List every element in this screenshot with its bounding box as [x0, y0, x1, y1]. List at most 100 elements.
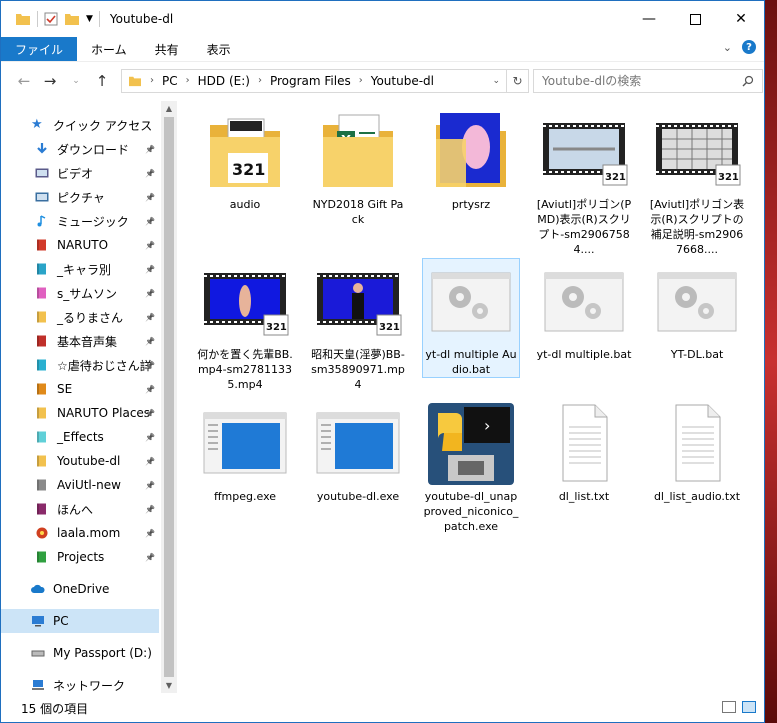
file-item[interactable]: ffmpeg.exe	[197, 401, 293, 504]
sidebar-item[interactable]: Projects 📌	[1, 545, 159, 569]
file-item[interactable]: youtube-dl.exe	[310, 401, 406, 504]
sidebar-item[interactable]: SE 📌	[1, 377, 159, 401]
pin-icon[interactable]: 📌	[145, 361, 155, 370]
breadcrumb-drive[interactable]: HDD (E:)	[198, 74, 250, 88]
expand-ribbon-icon[interactable]: ⌄	[723, 41, 732, 54]
pin-icon[interactable]: 📌	[145, 313, 155, 322]
breadcrumb-chevron-icon[interactable]: ›	[258, 75, 262, 86]
sidebar-item[interactable]: ビデオ 📌	[1, 161, 159, 185]
file-item[interactable]: YT-DL.bat	[649, 259, 745, 362]
properties-icon[interactable]	[44, 12, 58, 26]
sidebar-item[interactable]: NARUTO Places 📌	[1, 401, 159, 425]
address-bar[interactable]: › PC › HDD (E:) › Program Files › Youtub…	[121, 68, 529, 93]
details-view-icon[interactable]	[722, 701, 736, 713]
sidebar-scrollbar[interactable]: ▲ ▼	[161, 101, 177, 693]
file-item[interactable]: dl_list_audio.txt	[649, 401, 745, 504]
ribbon-controls: ⌄ ?	[723, 40, 756, 54]
breadcrumb-chevron-icon[interactable]: ›	[150, 75, 154, 86]
sidebar-item[interactable]: ミュージック 📌	[1, 209, 159, 233]
pin-icon[interactable]: 📌	[145, 193, 155, 202]
sidebar-item[interactable]: _るりまさん 📌	[1, 305, 159, 329]
pin-icon[interactable]: 📌	[145, 433, 155, 442]
scrollbar-thumb[interactable]	[164, 117, 174, 677]
pin-icon[interactable]: 📌	[145, 481, 155, 490]
breadcrumb-program-files[interactable]: Program Files	[270, 74, 351, 88]
tab-view[interactable]: 表示	[193, 37, 245, 61]
pin-icon[interactable]: 📌	[145, 337, 155, 346]
file-item[interactable]: 321 昭和天皇(淫夢)BB-sm35890971.mp4	[310, 259, 406, 392]
file-item[interactable]: X NYD2018 Gift Pack	[310, 109, 406, 227]
sidebar-item[interactable]: ☆虐待おじさん詳 📌	[1, 353, 159, 377]
minimize-button[interactable]: —	[626, 1, 672, 37]
breadcrumb-youtube-dl[interactable]: Youtube-dl	[371, 74, 434, 88]
sidebar-item-label: ☆虐待おじさん詳	[57, 358, 152, 373]
search-input[interactable]: Youtube-dlの検索	[533, 68, 763, 93]
search-placeholder: Youtube-dlの検索	[542, 74, 642, 88]
sidebar-item[interactable]: s_サムソン 📌	[1, 281, 159, 305]
customize-toolbar-icon[interactable]: ▼	[86, 14, 93, 24]
nav-onedrive[interactable]: OneDrive	[1, 577, 159, 601]
file-item[interactable]: yt-dl multiple Audio.bat	[422, 258, 520, 378]
breadcrumb-pc[interactable]: PC	[162, 74, 178, 88]
file-item[interactable]: dl_list.txt	[536, 401, 632, 504]
file-item[interactable]: › youtube-dl_unapproved_niconico_patch.ex…	[423, 401, 519, 534]
navigation-pane: ★ クイック アクセス ダウンロード 📌 ビデオ 📌 ピクチャ 📌 ミュージック 📌 NARUT…	[1, 101, 177, 693]
nav-my-passport[interactable]: My Passport (D:)	[1, 641, 159, 665]
pin-icon[interactable]: 📌	[145, 385, 155, 394]
pin-icon[interactable]: 📌	[145, 217, 155, 226]
svg-text:321: 321	[266, 322, 287, 333]
sidebar-item[interactable]: ダウンロード 📌	[1, 137, 159, 161]
sidebar-item[interactable]: ピクチャ 📌	[1, 185, 159, 209]
pin-icon[interactable]: 📌	[145, 241, 155, 250]
forward-arrow-icon[interactable]: →	[39, 72, 61, 90]
pin-icon[interactable]: 📌	[145, 457, 155, 466]
pin-icon[interactable]: 📌	[145, 265, 155, 274]
tab-share[interactable]: 共有	[141, 37, 193, 61]
scroll-up-icon[interactable]: ▲	[161, 104, 177, 113]
sidebar-item-label: NARUTO	[57, 238, 109, 252]
pin-icon[interactable]: 📌	[145, 505, 155, 514]
recent-locations-icon[interactable]: ⌄	[65, 76, 87, 86]
maximize-button[interactable]	[672, 1, 718, 37]
close-button[interactable]: ✕	[718, 1, 764, 37]
pin-icon[interactable]: 📌	[145, 169, 155, 178]
tab-home[interactable]: ホーム	[77, 37, 141, 61]
file-item[interactable]: 321 audio	[197, 109, 293, 212]
help-icon[interactable]: ?	[742, 40, 756, 54]
pin-icon[interactable]: 📌	[145, 553, 155, 562]
svg-text:321: 321	[605, 172, 626, 183]
breadcrumb-chevron-icon[interactable]: ›	[186, 75, 190, 86]
tab-file[interactable]: ファイル	[1, 37, 78, 61]
sidebar-item[interactable]: 基本音声集 📌	[1, 329, 159, 353]
sidebar-item[interactable]: NARUTO 📌	[1, 233, 159, 257]
refresh-icon[interactable]: ↻	[506, 69, 528, 92]
back-arrow-icon[interactable]: ←	[13, 72, 35, 90]
large-icons-view-icon[interactable]	[742, 701, 756, 713]
folder-icon[interactable]	[15, 12, 31, 26]
file-item[interactable]: yt-dl multiple.bat	[536, 259, 632, 362]
file-item[interactable]: 321 [Aviutl]ポリゴン(PMD)表示(R)スクリプト-sm2906758…	[536, 109, 632, 257]
breadcrumb-chevron-icon[interactable]: ›	[359, 75, 363, 86]
address-history-icon[interactable]: ⌄	[492, 76, 500, 86]
sidebar-item[interactable]: Youtube-dl 📌	[1, 449, 159, 473]
file-item[interactable]: 321 何かを置く先輩BB.mp4-sm27811335.mp4	[197, 259, 293, 392]
pin-icon[interactable]: 📌	[145, 289, 155, 298]
sidebar-item[interactable]: _キャラ別 📌	[1, 257, 159, 281]
sidebar-item[interactable]: _Effects 📌	[1, 425, 159, 449]
file-name: [Aviutl]ポリゴン(PMD)表示(R)スクリプト-sm29067584..…	[536, 198, 632, 256]
pin-icon[interactable]: 📌	[145, 145, 155, 154]
nav-pc[interactable]: PC	[1, 609, 159, 633]
nav-quick-access[interactable]: ★ クイック アクセス	[1, 113, 159, 137]
toolbar-divider	[98, 11, 100, 27]
sidebar-item[interactable]: laala.mom 📌	[1, 521, 159, 545]
pin-icon[interactable]: 📌	[145, 409, 155, 418]
sidebar-item[interactable]: AviUtl-new 📌	[1, 473, 159, 497]
up-arrow-icon[interactable]: ↑	[91, 72, 113, 90]
file-item[interactable]: 321 [Aviutl]ポリゴン表示(R)スクリプトの補足説明-sm2906766…	[649, 109, 745, 257]
sidebar-item[interactable]: ほんへ 📌	[1, 497, 159, 521]
file-item[interactable]: prtysrz	[423, 109, 519, 212]
pin-icon[interactable]: 📌	[145, 529, 155, 538]
new-folder-icon[interactable]	[64, 12, 80, 26]
scroll-down-icon[interactable]: ▼	[161, 681, 177, 690]
sidebar-item-label: _キャラ別	[57, 262, 112, 277]
